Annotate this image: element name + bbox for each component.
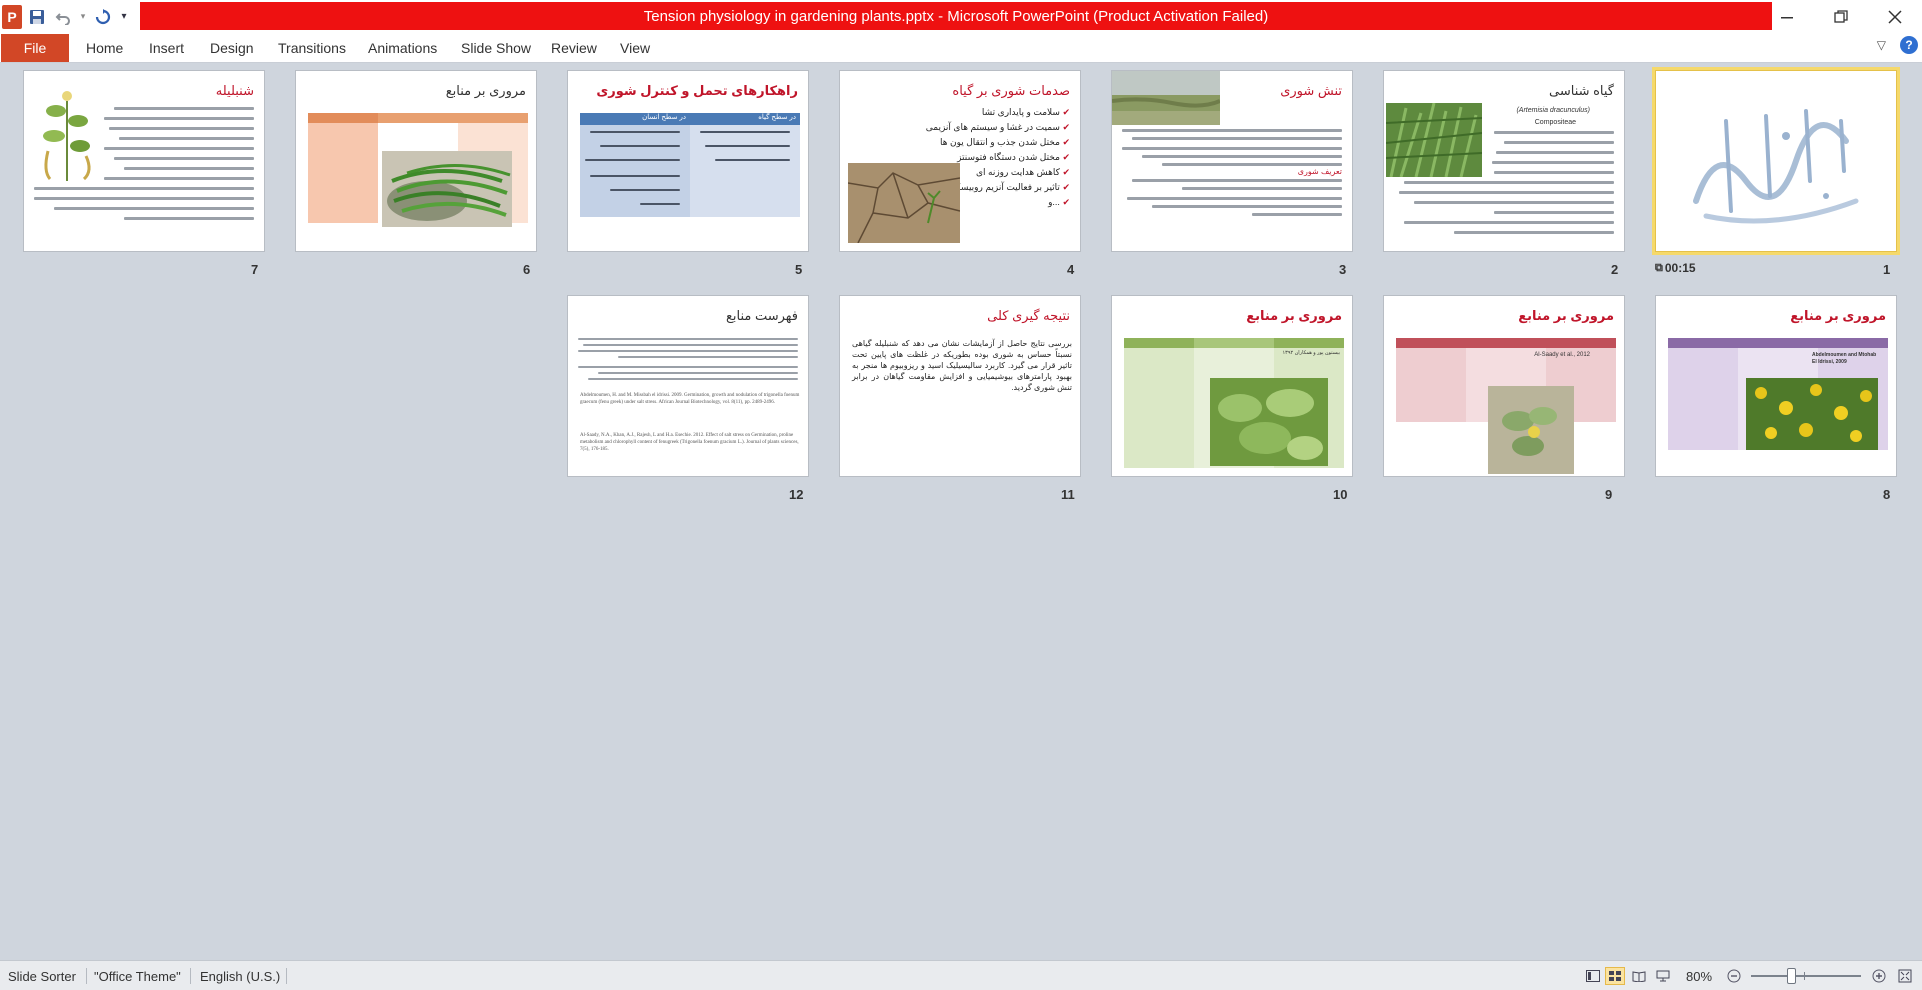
slide-thumbnail-2[interactable]: گیاه شناسی (Artemisia dracunculus) Compo… (1383, 70, 1625, 252)
tarragon-photo (1385, 102, 1483, 178)
window-title: Tension physiology in gardening plants.p… (140, 2, 1772, 30)
fenugreek-leaves-photo (1210, 378, 1328, 466)
slide-thumbnail-1[interactable] (1652, 67, 1900, 255)
customize-icon[interactable]: ▾ (118, 6, 130, 28)
slide-number-3: 3 (1339, 262, 1347, 277)
quick-access-toolbar: P ▾ ▾ (0, 0, 130, 33)
zoom-level[interactable]: 80% (1686, 961, 1712, 990)
family-name: Compositeae (1534, 119, 1576, 126)
zoom-out-icon[interactable] (1724, 967, 1744, 985)
slide-timing: ⧉ 00:15 (1655, 261, 1696, 275)
restore-button[interactable] (1814, 0, 1868, 33)
slide-title: مروری بر منابع (1790, 308, 1886, 323)
slide-thumbnail-12[interactable]: فهرست منابع Abdelmoumen, H. and M. Missb… (567, 295, 809, 477)
language-label[interactable]: English (U.S.) (200, 961, 280, 990)
calligraphy-image (1686, 101, 1876, 231)
slide-title: مروری بر منابع (445, 83, 526, 98)
slide-title: مروری بر منابع (1246, 308, 1342, 323)
minimize-button[interactable] (1760, 0, 1814, 33)
salt-field-photo (1112, 71, 1221, 125)
slide-number-12: 12 (789, 487, 804, 502)
slide-number-11: 11 (1061, 487, 1075, 502)
tab-view[interactable]: View (610, 33, 660, 63)
slide-title: تنش شوری (1280, 83, 1342, 98)
reference-2: Al-Saady, N.A., Khan, A.J., Rajesh, L an… (580, 433, 799, 452)
slide-number-9: 9 (1605, 487, 1613, 502)
tab-slide-show[interactable]: Slide Show (451, 33, 541, 63)
slide-number-6: 6 (523, 262, 531, 277)
save-icon[interactable] (26, 6, 48, 28)
tab-transitions[interactable]: Transitions (268, 33, 356, 63)
slide-title: نتیجه گیری کلی (987, 308, 1070, 323)
slide-number-2: 2 (1611, 262, 1619, 277)
table-author: Abdelmoumen and Mtohab El Idrissi, 2009 (1812, 352, 1877, 365)
slide-title: شنبلیله (215, 83, 254, 98)
slide-title: گیاه شناسی (1549, 83, 1614, 98)
salinity-definition-label: تعریف شوری (1297, 167, 1342, 176)
slide-number-10: 10 (1333, 487, 1348, 502)
powerpoint-app-icon[interactable]: P (2, 4, 22, 29)
slide-title: فهرست منابع (725, 308, 798, 323)
slide-title: مروری بر منابع (1518, 308, 1614, 323)
slide-number-7: 7 (251, 262, 259, 277)
slide-thumbnail-11[interactable]: نتیجه گیری کلی بررسی نتایج حاصل از آزمای… (839, 295, 1081, 477)
slide-title: صدمات شوری بر گیاه (952, 83, 1070, 98)
theme-label[interactable]: "Office Theme" (94, 961, 181, 990)
slide-number-5: 5 (795, 262, 803, 277)
slide-title: راهکارهای تحمل و کنترل شوری (596, 83, 798, 98)
salinity-control-table: در سطح انسان در سطح گیاه (580, 113, 800, 217)
slide-show-button[interactable] (1653, 967, 1673, 985)
reference-1: Abdelmoumen, H. and M. Missbah el idriss… (580, 393, 800, 405)
slide-thumbnail-5[interactable]: راهکارهای تحمل و کنترل شوری در سطح انسان… (567, 70, 809, 252)
tab-animations[interactable]: Animations (358, 33, 447, 63)
conclusion-text: بررسی نتایج حاصل از آزمایشات نشان می دهد… (852, 339, 1072, 392)
fit-to-window-icon[interactable] (1895, 967, 1915, 985)
zoom-slider-thumb[interactable] (1787, 968, 1796, 984)
slide-timing-value: 00:15 (1664, 261, 1696, 275)
table-header-plant: در سطح گیاه (690, 113, 800, 125)
slide-number-8: 8 (1883, 487, 1891, 502)
slide-thumbnail-8[interactable]: مروری بر منابع Abdelmoumen and Mtohab El… (1655, 295, 1897, 477)
slide-number-4: 4 (1067, 262, 1075, 277)
tab-design[interactable]: Design (200, 33, 264, 63)
table-header-human: در سطح انسان (580, 113, 690, 125)
help-icon[interactable]: ? (1900, 36, 1918, 54)
green-beans-photo (382, 151, 512, 227)
fenugreek-flower-photo (1488, 386, 1574, 474)
table-author: بیستون پور و همکاران ۱۳۹۲ (1282, 350, 1340, 356)
slide-thumbnail-4[interactable]: صدمات شوری بر گیاه سلامت و پایداری تشا ✔… (839, 70, 1081, 252)
minimize-ribbon-icon[interactable]: ▽ (1877, 38, 1886, 52)
slide-thumbnail-7[interactable]: شنبلیله (23, 70, 265, 252)
tab-home[interactable]: Home (76, 33, 133, 63)
view-label: Slide Sorter (8, 968, 76, 984)
zoom-in-icon[interactable] (1869, 967, 1889, 985)
dry-soil-photo (847, 163, 961, 244)
redo-icon[interactable] (92, 6, 114, 28)
chevron-down-icon[interactable]: ▾ (78, 6, 88, 28)
undo-icon[interactable] (52, 6, 74, 28)
tab-file[interactable]: File (1, 34, 69, 62)
slide-thumbnail-10[interactable]: مروری بر منابع بیستون پور و همکاران ۱۳۹۲ (1111, 295, 1353, 477)
table-author: Al-Saady et al., 2012 (1534, 352, 1590, 358)
reading-view-button[interactable] (1629, 967, 1649, 985)
tab-insert[interactable]: Insert (139, 33, 194, 63)
ribbon-tabs: File Home Insert Design Transitions Anim… (0, 33, 1922, 63)
yellow-flowers-photo (1746, 378, 1878, 450)
latin-name: (Artemisia dracunculus) (1516, 107, 1590, 114)
slide-thumbnail-9[interactable]: مروری بر منابع Al-Saady et al., 2012 (1383, 295, 1625, 477)
status-bar: Slide Sorter "Office Theme" English (U.S… (0, 960, 1922, 990)
zoom-slider-track[interactable] (1751, 975, 1861, 977)
transition-icon: ⧉ (1655, 261, 1663, 274)
slide-number-1: 1 (1883, 262, 1891, 277)
normal-view-button[interactable] (1583, 967, 1603, 985)
slide-sorter-area: شنبلیله 7 مروری بر منابع 6 راهکارهای تحم… (0, 63, 1922, 960)
slide-thumbnail-3[interactable]: تنش شوری تعریف شوری (1111, 70, 1353, 252)
tab-review[interactable]: Review (541, 33, 607, 63)
plant-illustration (38, 81, 96, 181)
close-button[interactable] (1868, 0, 1922, 33)
slide-sorter-view-button[interactable] (1605, 967, 1625, 985)
slide-thumbnail-6[interactable]: مروری بر منابع (295, 70, 537, 252)
title-bar: P ▾ ▾ Tension physiology in gardening pl… (0, 0, 1922, 33)
